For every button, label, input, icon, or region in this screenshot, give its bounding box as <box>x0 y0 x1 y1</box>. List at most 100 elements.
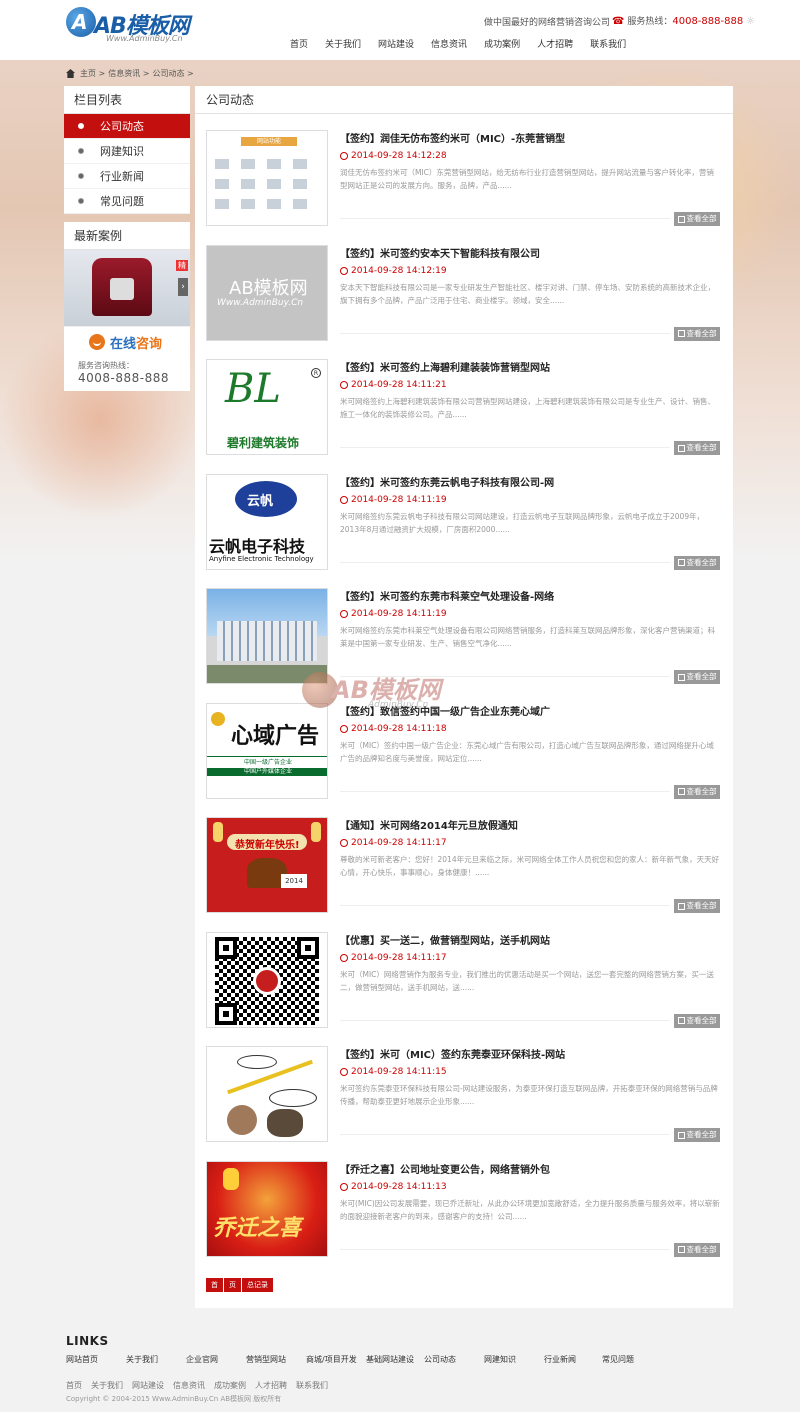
category-box: 栏目列表 公司动态 网建知识 行业新闻 常见问题 <box>64 86 190 214</box>
service-hotline-label: 服务咨询热线： <box>64 356 190 371</box>
footer-link[interactable]: 企业官网 <box>186 1354 246 1365</box>
breadcrumb-current[interactable]: 公司动态 <box>153 68 185 79</box>
view-all-button[interactable]: 查看全部 <box>674 1242 720 1257</box>
view-all-button[interactable]: 查看全部 <box>674 555 720 570</box>
item-summary: 米可网络签约东莞市科莱空气处理设备有限公司网络营销服务，打造科莱互联网品牌形象，… <box>340 626 715 648</box>
item-thumbnail[interactable]: 恭贺新年快乐! 2014 <box>206 817 328 913</box>
nav-home[interactable]: 首页 <box>290 37 308 51</box>
footer-nav-item[interactable]: 信息资讯 <box>173 1380 205 1391</box>
header-hotline: ☎ 服务热线：4008-888-888 ☼ <box>612 14 755 27</box>
clock-icon <box>340 381 348 389</box>
item-title[interactable]: 【签约】米可签约东莞市科莱空气处理设备-网络 <box>340 588 720 603</box>
item-thumbnail[interactable]: 乔迁之喜 <box>206 1160 328 1257</box>
breadcrumb-home[interactable]: 主页 <box>80 68 96 79</box>
item-title[interactable]: 【签约】致信签约中国一级广告企业东莞心域广 <box>340 703 720 718</box>
footer-link[interactable]: 行业新闻 <box>544 1354 602 1365</box>
footer-link[interactable]: 营销型网站 <box>246 1354 306 1365</box>
main-nav: 首页 关于我们 网站建设 信息资讯 成功案例 人才招聘 联系我们 <box>290 37 643 51</box>
nav-news[interactable]: 信息资讯 <box>431 37 467 51</box>
item-title[interactable]: 【签约】润佳无仿布签约米可（MIC）-东莞营销型 <box>340 130 720 145</box>
list-item: 网站功能 【签约】润佳无仿布签约米可（MIC）-东莞营销型 2014-09-28… <box>206 130 722 245</box>
item-title[interactable]: 【通知】米可网络2014年元旦放假通知 <box>340 817 720 832</box>
item-info: 【乔迁之喜】公司地址变更公告，网络营销外包 2014-09-28 14:11:1… <box>340 1161 720 1257</box>
item-title[interactable]: 【签约】米可签约东莞云帆电子科技有限公司-网 <box>340 474 720 489</box>
item-title[interactable]: 【签约】米可签约安本天下智能科技有限公司 <box>340 245 720 260</box>
online-consult-button[interactable]: 在线咨询 <box>64 326 190 356</box>
home-icon <box>66 69 75 78</box>
case-image[interactable]: 精 › <box>64 250 190 326</box>
view-all-button[interactable]: 查看全部 <box>674 326 720 341</box>
nav-contact[interactable]: 联系我们 <box>590 37 626 51</box>
phone-icon: ☎ <box>612 16 625 27</box>
next-arrow-icon[interactable]: › <box>178 278 188 296</box>
footer-nav-item[interactable]: 联系我们 <box>296 1380 328 1391</box>
service-hotline-number: 4008-888-888 <box>64 371 190 391</box>
logo-url: Www.AdminBuy.Cn <box>106 34 183 43</box>
view-all-button[interactable]: 查看全部 <box>674 784 720 799</box>
item-date: 2014-09-28 14:11:19 <box>340 495 720 505</box>
pager-first[interactable]: 首 <box>206 1278 223 1292</box>
view-all-button[interactable]: 查看全部 <box>674 670 720 684</box>
item-thumbnail[interactable]: BL R 碧利建筑装饰 <box>206 359 328 455</box>
footer-nav-item[interactable]: 网站建设 <box>132 1380 164 1391</box>
divider <box>340 447 670 448</box>
site-logo[interactable]: A AB模板网 Www.AdminBuy.Cn <box>66 6 206 46</box>
item-info: 【签约】米可（MIC）签约东莞泰亚环保科技-网站 2014-09-28 14:1… <box>340 1046 720 1142</box>
footer-link[interactable]: 基础网站建设 <box>366 1354 424 1365</box>
item-date: 2014-09-28 14:11:17 <box>340 953 720 963</box>
footer-nav: 首页 关于我们 网站建设 信息资讯 成功案例 人才招聘 联系我们 <box>66 1380 337 1391</box>
bullet-icon <box>78 123 84 129</box>
view-all-button[interactable]: 查看全部 <box>674 212 720 226</box>
footer-link[interactable]: 公司动态 <box>424 1354 484 1365</box>
view-all-button[interactable]: 查看全部 <box>674 1128 720 1142</box>
consult-icon <box>89 334 105 350</box>
breadcrumb-separator: > <box>140 69 150 78</box>
item-thumbnail[interactable]: AB模板网 Www.AdminBuy.Cn <box>206 244 328 341</box>
footer-nav-item[interactable]: 成功案例 <box>214 1380 246 1391</box>
footer-nav-item[interactable]: 首页 <box>66 1380 82 1391</box>
nav-cases[interactable]: 成功案例 <box>484 37 520 51</box>
hotline-label: 服务热线： <box>627 17 673 27</box>
item-thumbnail[interactable] <box>206 1046 328 1142</box>
sidebar-item-industry-news[interactable]: 行业新闻 <box>64 164 190 189</box>
list-item: 云帆 云帆电子科技 Anyfine Electronic Technology 【签… <box>206 473 722 589</box>
breadcrumb-news[interactable]: 信息资讯 <box>108 68 140 79</box>
item-title[interactable]: 【优惠】买一送二，做营销型网站，送手机网站 <box>340 932 720 947</box>
nav-jobs[interactable]: 人才招聘 <box>537 37 573 51</box>
item-title[interactable]: 【乔迁之喜】公司地址变更公告，网络营销外包 <box>340 1161 720 1176</box>
item-thumbnail[interactable] <box>206 931 328 1028</box>
sidebar-item-company-news[interactable]: 公司动态 <box>64 114 190 139</box>
sidebar-item-web-knowledge[interactable]: 网建知识 <box>64 139 190 164</box>
links-title: LINKS <box>66 1334 109 1348</box>
item-title[interactable]: 【签约】米可（MIC）签约东莞泰亚环保科技-网站 <box>340 1046 720 1061</box>
item-thumbnail[interactable]: 云帆 云帆电子科技 Anyfine Electronic Technology <box>206 473 328 570</box>
bullet-icon <box>78 148 84 154</box>
item-thumbnail[interactable]: 心域广告 中国一级广告企业 中国户外媒体企业 <box>206 702 328 799</box>
footer-nav-item[interactable]: 关于我们 <box>91 1380 123 1391</box>
footer-link[interactable]: 常见问题 <box>602 1354 652 1365</box>
footer-link[interactable]: 网建知识 <box>484 1354 544 1365</box>
logo-mark-icon: A <box>66 7 96 37</box>
item-date: 2014-09-28 14:11:17 <box>340 838 720 848</box>
cartoon-image <box>207 1047 327 1141</box>
item-summary: 米可（MIC）网络营销作为服务专业，我们推出的优惠活动是买一个网站，送您一套完整… <box>340 969 714 992</box>
clock-icon <box>340 724 348 733</box>
sidebar-item-faq[interactable]: 常见问题 <box>64 189 190 214</box>
item-title[interactable]: 【签约】米可签约上海碧利建装装饰营销型网站 <box>340 359 720 374</box>
footer-links: 网站首页 关于我们 企业官网 营销型网站 商城/项目开发 基础网站建设 公司动态… <box>66 1354 652 1365</box>
footer-link[interactable]: 关于我们 <box>126 1354 186 1365</box>
nav-web-build[interactable]: 网站建设 <box>378 37 414 51</box>
view-all-button[interactable]: 查看全部 <box>674 1013 720 1028</box>
item-thumbnail[interactable]: 网站功能 <box>206 130 328 226</box>
divider <box>340 1248 670 1250</box>
nav-about[interactable]: 关于我们 <box>325 37 361 51</box>
footer-link[interactable]: 商城/项目开发 <box>306 1354 366 1365</box>
view-all-button[interactable]: 查看全部 <box>674 899 720 913</box>
footer-link[interactable]: 网站首页 <box>66 1354 126 1365</box>
item-thumbnail[interactable] <box>206 588 328 684</box>
footer-nav-item[interactable]: 人才招聘 <box>255 1380 287 1391</box>
bullet-icon <box>78 198 84 204</box>
view-all-button[interactable]: 查看全部 <box>674 441 720 455</box>
hotline-number: 4008-888-888 <box>672 16 744 27</box>
pager-page[interactable]: 页 <box>224 1278 241 1292</box>
